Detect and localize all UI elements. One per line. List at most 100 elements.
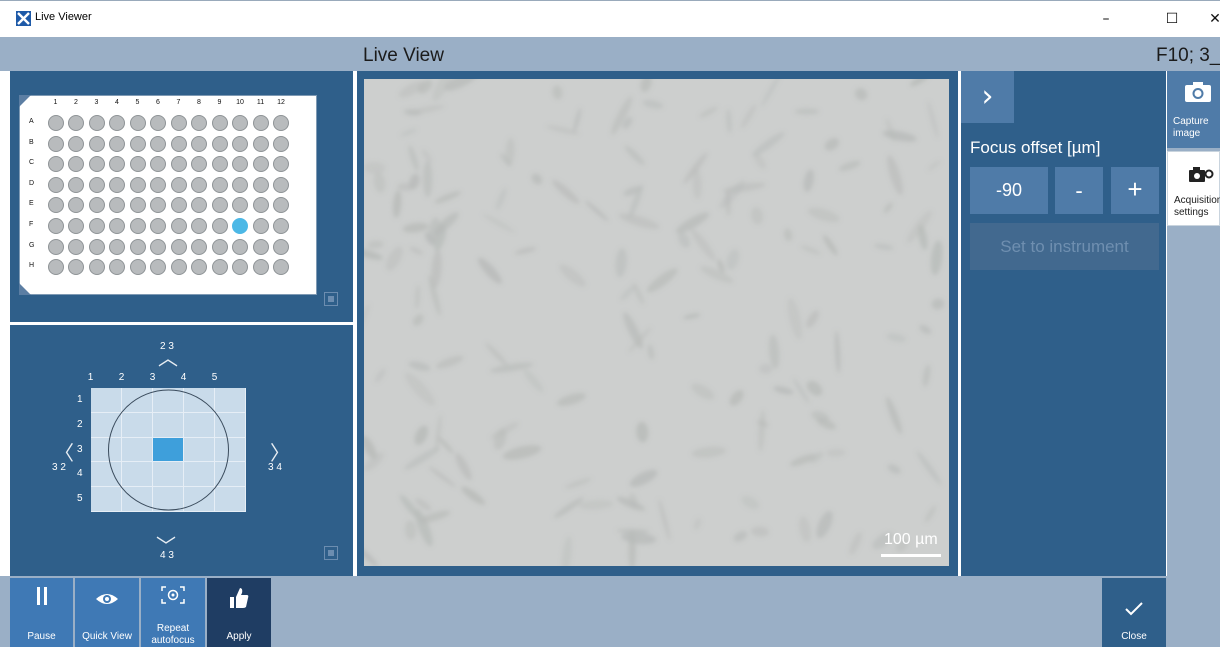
- expand-field-icon[interactable]: [324, 546, 338, 560]
- well-F8[interactable]: [191, 218, 207, 234]
- well-E11[interactable]: [252, 197, 269, 214]
- well-D12[interactable]: [273, 176, 289, 193]
- well-F9[interactable]: [211, 218, 228, 234]
- well-D7[interactable]: [170, 176, 187, 193]
- well-D5[interactable]: [129, 176, 146, 193]
- close-window-button[interactable]: ✕: [1195, 6, 1220, 32]
- set-to-instrument-button[interactable]: Set to instrument: [970, 223, 1159, 270]
- expand-plate-icon[interactable]: [324, 292, 338, 306]
- well-D8[interactable]: [191, 176, 207, 193]
- well-D9[interactable]: [211, 176, 228, 193]
- well-A3[interactable]: [88, 115, 105, 131]
- well-A1[interactable]: [47, 115, 64, 131]
- well-H5[interactable]: [129, 259, 146, 276]
- well-G1[interactable]: [47, 238, 64, 255]
- well-B4[interactable]: [109, 135, 125, 152]
- well-E3[interactable]: [88, 197, 105, 214]
- well-B2[interactable]: [68, 135, 84, 152]
- well-D1[interactable]: [47, 176, 64, 193]
- minimize-button[interactable]: –: [1086, 6, 1126, 32]
- well-F10[interactable]: [232, 218, 248, 234]
- well-F1[interactable]: [47, 218, 64, 234]
- well-G10[interactable]: [232, 238, 248, 255]
- well-C5[interactable]: [129, 156, 146, 173]
- well-E1[interactable]: [47, 197, 64, 214]
- plate-column-label: 2: [74, 99, 78, 106]
- well-B11[interactable]: [252, 135, 269, 152]
- well-G11[interactable]: [252, 238, 269, 255]
- pause-button[interactable]: Pause: [10, 578, 73, 647]
- focus-offset-field[interactable]: -90: [970, 167, 1048, 214]
- well-G6[interactable]: [150, 238, 166, 255]
- well-H11[interactable]: [252, 259, 269, 276]
- well-E7[interactable]: [170, 197, 187, 214]
- well-A4[interactable]: [109, 115, 125, 131]
- acquisition-settings-button[interactable]: Acquisition settings: [1167, 151, 1220, 226]
- capture-image-button[interactable]: Capture image: [1167, 71, 1220, 148]
- well-F4[interactable]: [109, 218, 125, 234]
- well-B10[interactable]: [232, 135, 248, 152]
- well-F3[interactable]: [88, 218, 105, 234]
- well-D2[interactable]: [68, 176, 84, 193]
- well-A11[interactable]: [252, 115, 269, 131]
- well-A12[interactable]: [273, 115, 289, 131]
- well-D4[interactable]: [109, 176, 125, 193]
- cell-blob: [502, 445, 542, 460]
- close-button[interactable]: Close: [1102, 578, 1166, 647]
- well-A9[interactable]: [211, 115, 228, 131]
- well-C1[interactable]: [47, 156, 64, 173]
- well-C7[interactable]: [170, 156, 187, 173]
- well-C3[interactable]: [88, 156, 105, 173]
- well-B5[interactable]: [129, 135, 146, 152]
- well-D11[interactable]: [252, 176, 269, 193]
- well-F7[interactable]: [170, 218, 187, 234]
- well-A5[interactable]: [129, 115, 146, 131]
- focus-increase-button[interactable]: +: [1111, 167, 1159, 214]
- well-B6[interactable]: [150, 135, 166, 152]
- live-image[interactable]: [364, 79, 949, 566]
- well-G9[interactable]: [211, 238, 228, 255]
- well-D10[interactable]: [232, 176, 248, 193]
- well-G3[interactable]: [88, 238, 105, 255]
- well-C9[interactable]: [211, 156, 228, 173]
- well-B7[interactable]: [170, 135, 187, 152]
- well-G8[interactable]: [191, 238, 207, 255]
- well-H9[interactable]: [211, 259, 228, 276]
- well-A10[interactable]: [232, 115, 248, 131]
- well-E9[interactable]: [211, 197, 228, 214]
- apply-button[interactable]: Apply: [207, 578, 271, 647]
- well-B1[interactable]: [47, 135, 64, 152]
- repeat-autofocus-button[interactable]: Repeat autofocus: [141, 578, 205, 647]
- well-H1[interactable]: [47, 259, 64, 276]
- quick-view-button[interactable]: Quick View: [75, 578, 139, 647]
- cell-blob: [759, 363, 773, 374]
- well-D3[interactable]: [88, 176, 105, 193]
- well-B8[interactable]: [191, 135, 207, 152]
- well-F2[interactable]: [68, 218, 84, 234]
- well-G12[interactable]: [273, 238, 289, 255]
- well-A2[interactable]: [68, 115, 84, 131]
- well-B9[interactable]: [211, 135, 228, 152]
- well-B3[interactable]: [88, 135, 105, 152]
- well-F12[interactable]: [273, 218, 289, 234]
- cell-blob: [719, 180, 746, 209]
- well-G5[interactable]: [129, 238, 146, 255]
- collapse-panel-chevron-icon[interactable]: ›: [961, 71, 1014, 123]
- well-H7[interactable]: [170, 259, 187, 276]
- well-B12[interactable]: [273, 135, 289, 152]
- well-G4[interactable]: [109, 238, 125, 255]
- well-G2[interactable]: [68, 238, 84, 255]
- well-E5[interactable]: [129, 197, 146, 214]
- well-F5[interactable]: [129, 218, 146, 234]
- well-F11[interactable]: [252, 218, 269, 234]
- well-C11[interactable]: [252, 156, 269, 173]
- focus-decrease-button[interactable]: -: [1055, 167, 1103, 214]
- well-D6[interactable]: [150, 176, 166, 193]
- well-A8[interactable]: [191, 115, 207, 131]
- maximize-button[interactable]: ☐: [1152, 6, 1192, 32]
- well-G7[interactable]: [170, 238, 187, 255]
- well-A6[interactable]: [150, 115, 166, 131]
- well-H3[interactable]: [88, 259, 105, 276]
- well-A7[interactable]: [170, 115, 187, 131]
- well-F6[interactable]: [150, 218, 166, 234]
